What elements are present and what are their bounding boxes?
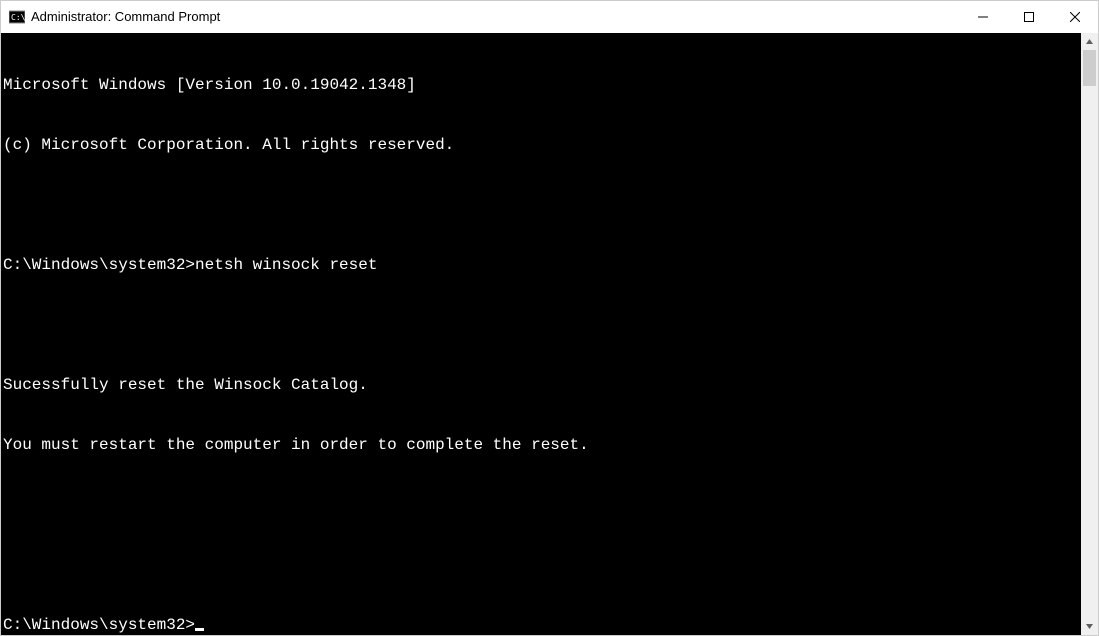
- prompt-2: C:\Windows\system32>: [3, 616, 195, 634]
- blank-line: [3, 555, 1081, 575]
- close-button[interactable]: [1052, 1, 1098, 33]
- scroll-down-button[interactable]: [1081, 618, 1098, 635]
- scroll-track[interactable]: [1081, 50, 1098, 618]
- client-area: Microsoft Windows [Version 10.0.19042.13…: [1, 33, 1098, 635]
- output-line-1: Sucessfully reset the Winsock Catalog.: [3, 375, 1081, 395]
- output-line-2: You must restart the computer in order t…: [3, 435, 1081, 455]
- cmd-window: C:\ Administrator: Command Prompt Micros…: [0, 0, 1099, 636]
- scroll-thumb[interactable]: [1083, 50, 1096, 86]
- copyright-line: (c) Microsoft Corporation. All rights re…: [3, 135, 1081, 155]
- minimize-button[interactable]: [960, 1, 1006, 33]
- command-line-1: C:\Windows\system32>netsh winsock reset: [3, 255, 1081, 275]
- command-1: netsh winsock reset: [195, 256, 377, 274]
- window-controls: [960, 1, 1098, 33]
- terminal[interactable]: Microsoft Windows [Version 10.0.19042.13…: [1, 33, 1081, 635]
- window-title: Administrator: Command Prompt: [31, 9, 220, 24]
- prompt-1: C:\Windows\system32>: [3, 256, 195, 274]
- blank-line: [3, 315, 1081, 335]
- version-line: Microsoft Windows [Version 10.0.19042.13…: [3, 75, 1081, 95]
- cursor: [195, 628, 204, 631]
- blank-line: [3, 495, 1081, 515]
- vertical-scrollbar[interactable]: [1081, 33, 1098, 635]
- titlebar[interactable]: C:\ Administrator: Command Prompt: [1, 1, 1098, 33]
- blank-line: [3, 195, 1081, 215]
- cmd-icon: C:\: [9, 9, 25, 25]
- svg-text:C:\: C:\: [11, 13, 25, 22]
- scroll-up-button[interactable]: [1081, 33, 1098, 50]
- maximize-button[interactable]: [1006, 1, 1052, 33]
- prompt-line-2: C:\Windows\system32>: [3, 615, 1081, 635]
